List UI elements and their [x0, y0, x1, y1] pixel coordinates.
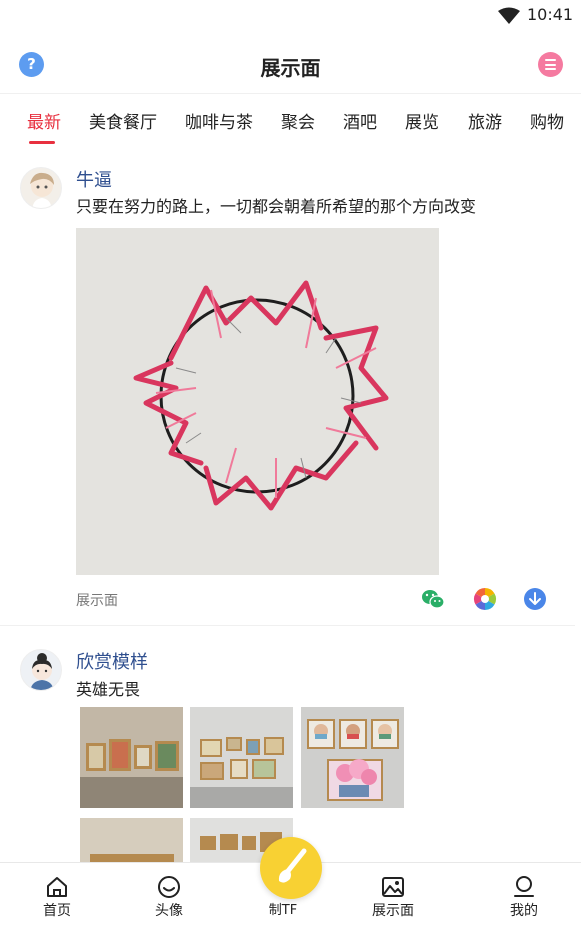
avatar[interactable]: [20, 167, 62, 209]
tab-travel[interactable]: 旅游: [468, 108, 502, 133]
tab-food-restaurant[interactable]: 美食餐厅: [89, 108, 157, 133]
tab-exhibition[interactable]: 展览: [405, 108, 439, 133]
post-caption: 只要在努力的路上，一切都会朝着所希望的那个方向改变: [76, 197, 477, 216]
nav-item-home[interactable]: 首页: [17, 863, 97, 930]
tab-coffee-tea[interactable]: 咖啡与茶: [185, 108, 253, 133]
post-image[interactable]: [76, 228, 439, 575]
smile-icon: [158, 876, 180, 898]
post-source-label: 展示面: [76, 593, 118, 609]
home-icon: [47, 877, 67, 897]
nav-label: 我的: [510, 903, 538, 919]
create-label: 制TF: [268, 903, 298, 918]
tab-bar[interactable]: 酒吧: [343, 108, 377, 133]
post-thumbnail[interactable]: [190, 707, 293, 808]
post-username[interactable]: 牛逼: [76, 166, 112, 192]
post-username[interactable]: 欣赏模样: [76, 648, 148, 674]
moments-icon[interactable]: [473, 587, 497, 611]
status-bar: 10:41: [0, 0, 581, 32]
create-button[interactable]: [260, 837, 322, 899]
post-thumbnail[interactable]: [80, 818, 183, 862]
nav-label: 展示面: [372, 903, 414, 919]
profile-icon: [514, 876, 534, 897]
download-icon[interactable]: [523, 587, 547, 611]
nav-item-showcase[interactable]: 展示面: [353, 863, 433, 930]
page-title: 展示面: [260, 56, 321, 80]
wechat-icon[interactable]: [421, 587, 445, 611]
brush-icon: [278, 848, 307, 883]
nav-item-avatar[interactable]: 头像: [129, 863, 209, 930]
avatar[interactable]: [20, 649, 62, 691]
tab-latest[interactable]: 最新: [27, 108, 61, 133]
post-caption: 英雄无畏: [76, 680, 141, 699]
wifi-icon: [498, 7, 520, 24]
nav-item-mine[interactable]: 我的: [484, 863, 564, 930]
list-menu-icon[interactable]: [538, 52, 563, 77]
app-bar: ? 展示面: [0, 40, 581, 92]
category-tabs: 最新 美食餐厅 咖啡与茶 聚会 酒吧 展览 旅游 购物: [0, 93, 581, 145]
post-thumbnail[interactable]: [80, 707, 183, 808]
tab-party[interactable]: 聚会: [281, 108, 315, 133]
status-time: 10:41: [527, 5, 574, 24]
nav-label: 头像: [155, 903, 183, 919]
post-thumbnail[interactable]: [301, 707, 404, 808]
tab-shopping[interactable]: 购物: [530, 108, 564, 133]
nav-label: 首页: [43, 903, 71, 919]
post-divider: [0, 625, 575, 626]
active-tab-indicator: [29, 141, 55, 144]
gallery-icon: [382, 877, 404, 897]
